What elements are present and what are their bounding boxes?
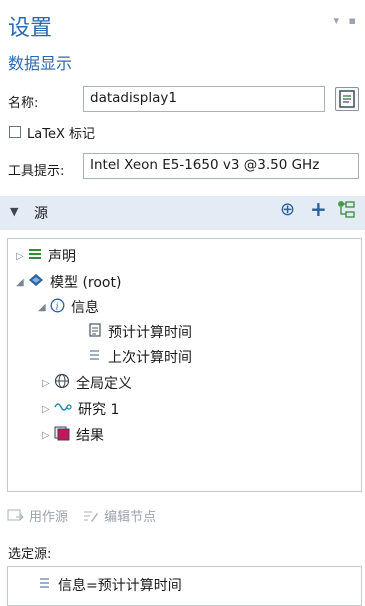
lines-icon — [38, 576, 52, 594]
source-section-label: 源 — [34, 206, 48, 222]
panel-pin-controls[interactable]: ▾ ▪ — [334, 14, 359, 27]
name-label: 名称: — [8, 96, 39, 111]
page-title: 设置 — [8, 16, 53, 41]
tree-item-global-definitions[interactable]: ▷ 全局定义 — [42, 372, 132, 394]
notes-button[interactable] — [335, 87, 359, 111]
tree-item-study-1[interactable]: ▷ 研究 1 — [42, 398, 119, 420]
info-icon: i — [50, 298, 65, 317]
tree-item-info[interactable]: ◢ i 信息 — [38, 296, 99, 318]
latex-label: LaTeX 标记 — [27, 127, 95, 142]
expand-triangle-icon[interactable]: ▷ — [42, 378, 54, 389]
use-as-source-label: 用作源 — [29, 510, 69, 525]
note-icon — [339, 90, 355, 108]
tree-item-label: 全局定义 — [76, 376, 132, 392]
collapse-chevron-icon[interactable]: ▼ — [10, 205, 18, 218]
use-as-source-button[interactable]: 用作源 — [7, 506, 68, 525]
edit-node-icon — [84, 511, 99, 522]
selected-source-item[interactable]: 信息=预计计算时间 — [38, 575, 182, 595]
source-tree[interactable]: ▷ 声明 ◢ 模型 (root) ◢ i 信息 预计计算时间 上次计算时间 ▷ — [7, 238, 362, 492]
edit-node-button[interactable]: 编辑节点 — [82, 506, 156, 525]
tree-item-declarations[interactable]: ▷ 声明 — [16, 245, 76, 267]
source-actions-toolbar: 用作源 编辑节点 — [7, 506, 156, 528]
tree-item-label: 模型 (root) — [50, 275, 122, 291]
tree-item-label: 上次计算时间 — [108, 350, 192, 366]
tree-item-label: 信息 — [71, 300, 99, 316]
collapse-triangle-icon[interactable]: ◢ — [16, 277, 28, 288]
expand-triangle-icon[interactable]: ▷ — [42, 430, 54, 441]
tooltip-label: 工具提示: — [8, 164, 65, 179]
use-as-source-icon — [7, 509, 24, 520]
name-input[interactable]: datadisplay1 — [83, 86, 325, 112]
svg-text:i: i — [56, 302, 59, 312]
edit-node-label: 编辑节点 — [104, 510, 157, 525]
declarations-icon — [28, 247, 42, 265]
study-icon — [54, 401, 72, 417]
selected-source-list[interactable]: 信息=预计计算时间 — [7, 566, 362, 606]
expand-triangle-icon[interactable]: ▷ — [42, 404, 54, 415]
section-subtitle: 数据显示 — [8, 54, 73, 73]
tree-item-results[interactable]: ▷ 结果 — [42, 424, 104, 446]
tree-item-label: 预计计算时间 — [108, 325, 192, 341]
add-circle-icon[interactable]: ⊕ — [280, 199, 295, 220]
tree-item-label: 研究 1 — [78, 402, 120, 418]
tree-item-last-time[interactable]: 上次计算时间 — [88, 346, 192, 368]
document-icon — [88, 323, 102, 341]
globe-icon — [54, 373, 70, 393]
tree-item-label: 结果 — [76, 428, 104, 444]
tree-item-model-root[interactable]: ◢ 模型 (root) — [16, 271, 121, 293]
tooltip-input[interactable]: Intel Xeon E5-1650 v3 @3.50 GHz — [83, 153, 359, 179]
tree-add-icon[interactable] — [336, 199, 358, 225]
expand-triangle-icon[interactable]: ▷ — [16, 251, 28, 262]
selected-source-label: 选定源: — [8, 547, 52, 562]
collapse-triangle-icon[interactable]: ◢ — [38, 302, 50, 313]
tree-item-label: 声明 — [48, 249, 76, 265]
results-icon — [54, 425, 70, 445]
selected-source-value: 信息=预计计算时间 — [58, 578, 182, 594]
latex-checkbox[interactable] — [9, 126, 21, 138]
model-icon — [28, 273, 44, 291]
add-icon[interactable]: + — [310, 197, 327, 221]
lines-icon — [88, 348, 102, 366]
tree-item-estimated-time[interactable]: 预计计算时间 — [88, 321, 192, 343]
